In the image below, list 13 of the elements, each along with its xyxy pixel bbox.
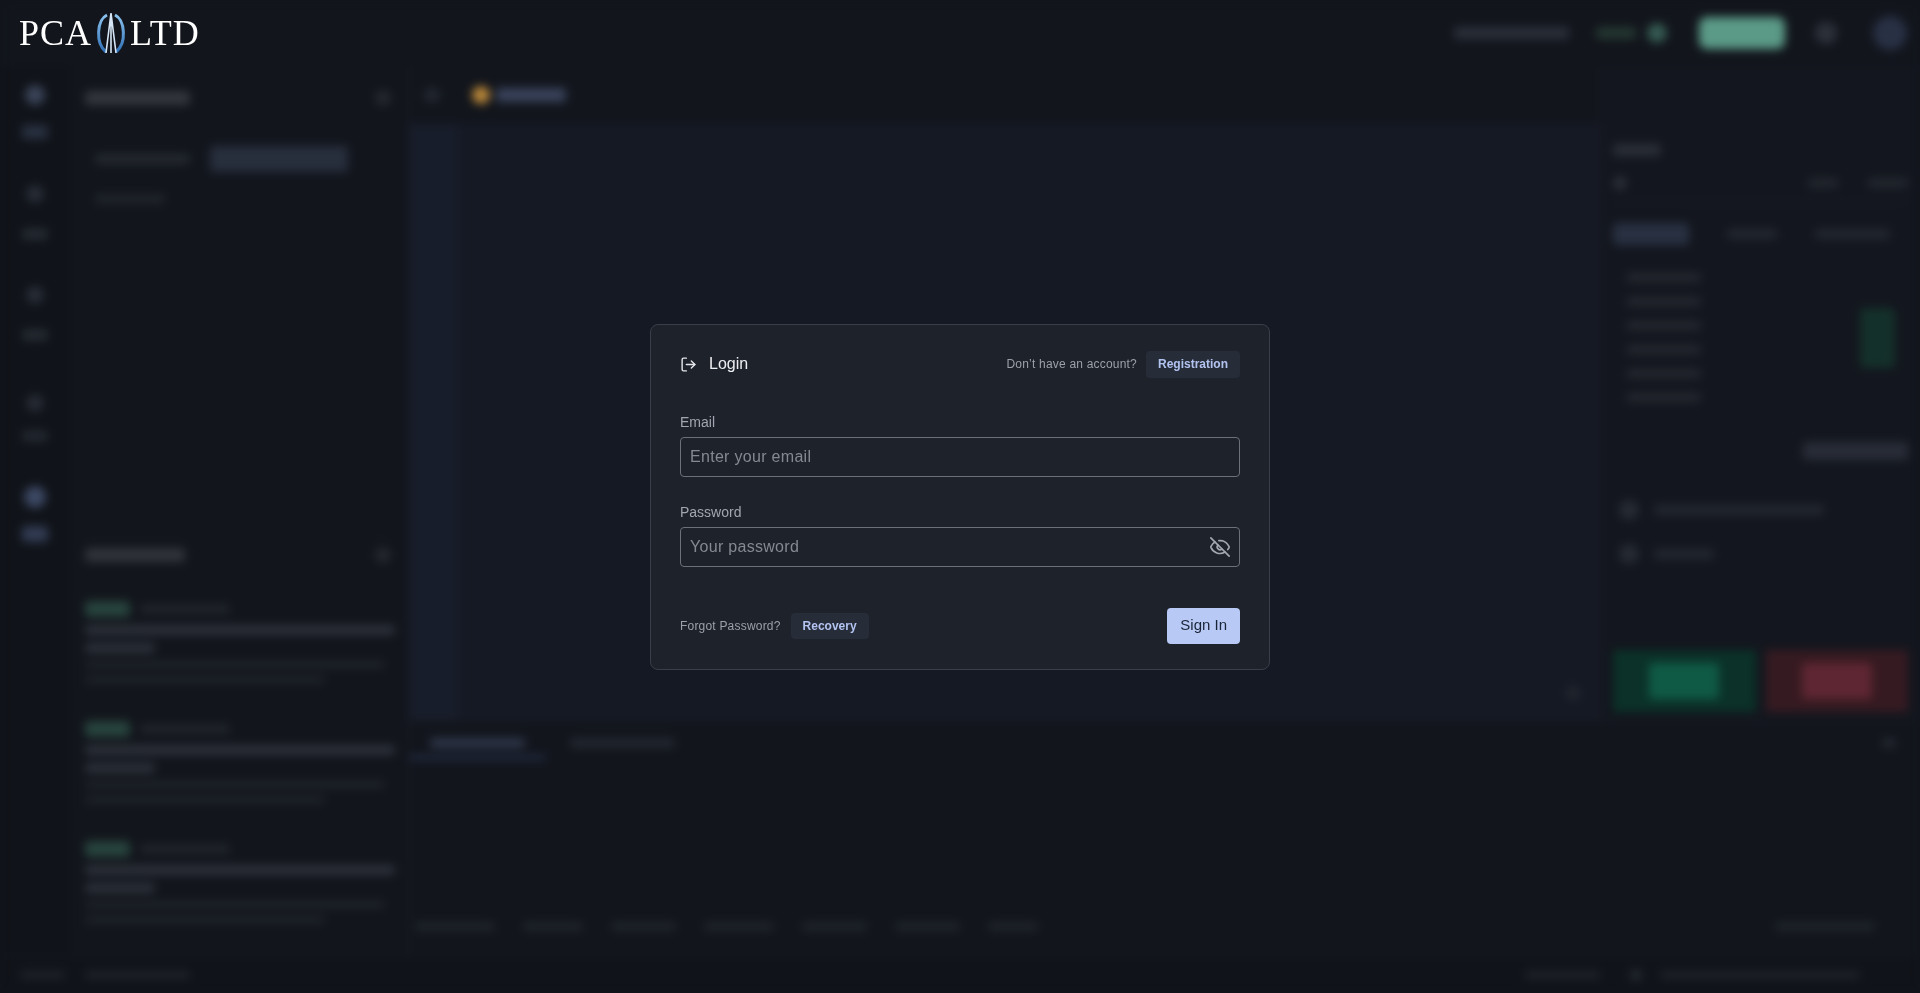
recovery-prompt: Forgot Password? (680, 617, 781, 635)
sign-in-button[interactable]: Sign In (1167, 607, 1240, 644)
registration-button[interactable]: Registration (1146, 350, 1240, 378)
account-prompt: Don’t have an account? (1006, 356, 1137, 373)
eye-off-icon[interactable] (1209, 535, 1231, 558)
recovery-button[interactable]: Recovery (790, 612, 869, 639)
email-input[interactable]: Enter your email (680, 436, 1240, 477)
dialog-title: Login (709, 354, 749, 374)
logo-wordmark: PCA (19, 12, 93, 54)
field-label: Password (680, 502, 743, 522)
password-input[interactable]: Your password (680, 526, 1240, 567)
field-label: Email (680, 412, 716, 432)
logo-wordmark: LTD (130, 12, 200, 54)
